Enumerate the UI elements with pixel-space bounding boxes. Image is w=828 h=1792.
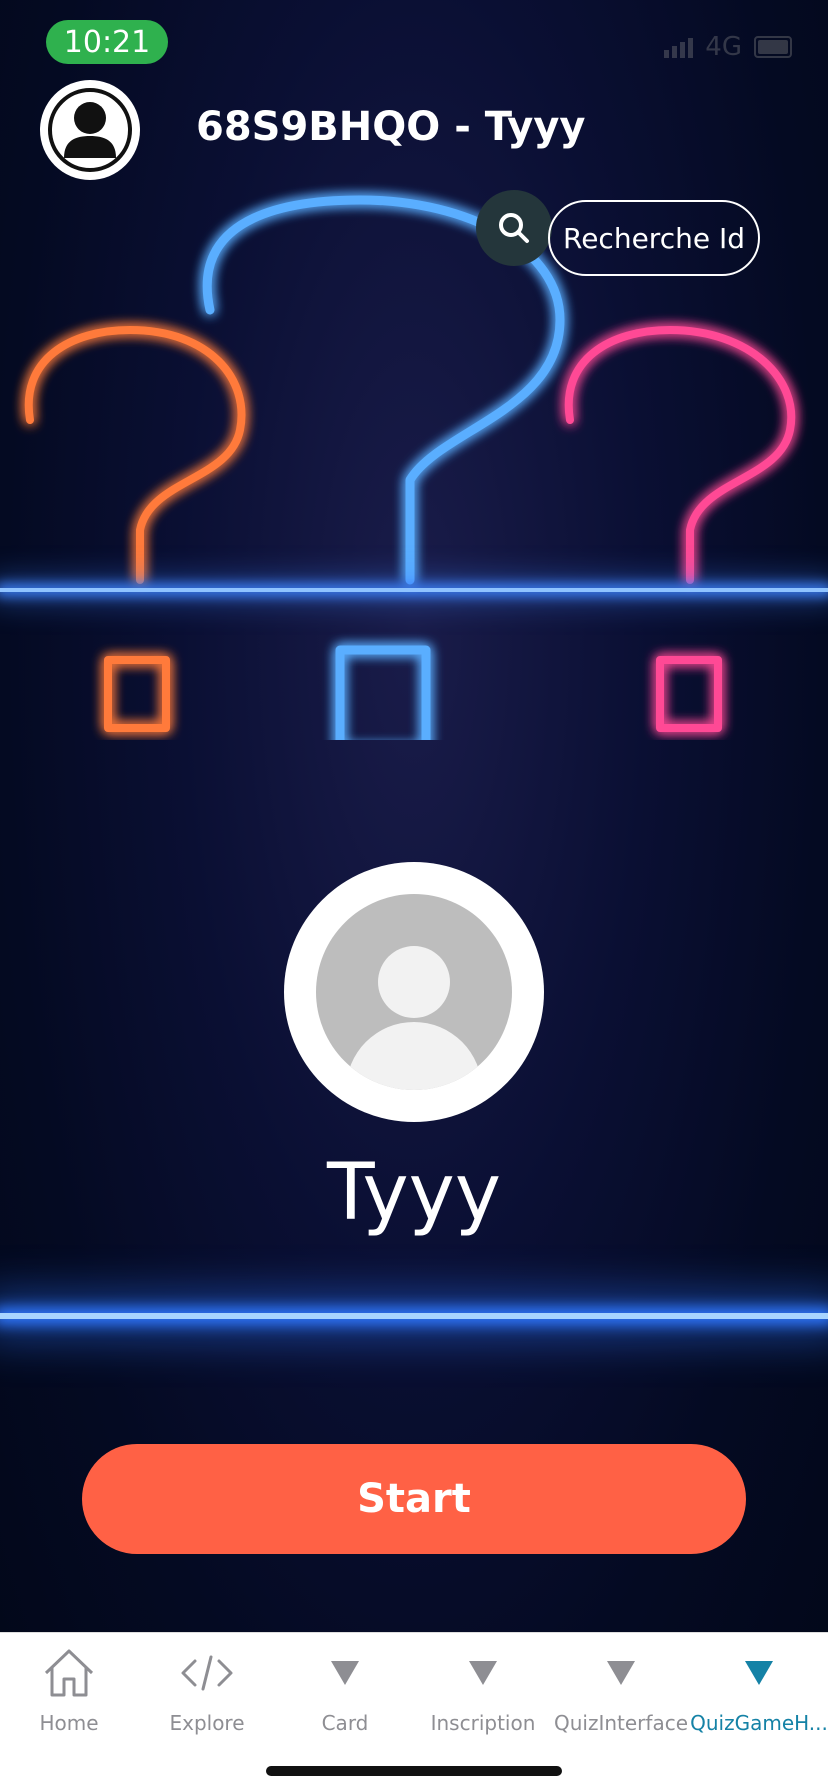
page-title: 68S9BHQO - Tyyy (196, 104, 586, 150)
battery-icon (754, 36, 792, 58)
screen: 10:21 4G 68S9BHQO - Tyyy Recherche Id Ty… (0, 0, 828, 1792)
triangle-icon (469, 1661, 497, 1685)
default-avatar-icon (316, 894, 512, 1090)
code-icon (181, 1655, 233, 1691)
tab-explore[interactable]: Explore (138, 1643, 276, 1735)
tab-label: QuizInterface (553, 1711, 688, 1735)
search-id-button[interactable]: Recherche Id (548, 200, 760, 276)
tab-label: Home (39, 1711, 99, 1735)
triangle-icon (331, 1661, 359, 1685)
start-button[interactable]: Start (82, 1444, 746, 1554)
neon-line-bottom (0, 1313, 828, 1319)
status-time: 10:21 (46, 20, 168, 64)
user-avatar[interactable] (40, 80, 140, 180)
tab-label: Inscription (430, 1711, 536, 1735)
tab-quizgamehome[interactable]: QuizGameH... (690, 1643, 828, 1735)
triangle-icon (607, 1661, 635, 1685)
network-label: 4G (705, 32, 742, 62)
tab-label: QuizGameH... (690, 1711, 828, 1735)
tab-quizinterface[interactable]: QuizInterface (552, 1643, 690, 1735)
triangle-icon (745, 1661, 773, 1685)
signal-icon (664, 36, 694, 58)
home-icon (44, 1649, 94, 1697)
tab-home[interactable]: Home (0, 1643, 138, 1735)
tab-inscription[interactable]: Inscription (414, 1643, 552, 1735)
search-icon (499, 213, 529, 243)
tab-label: Card (321, 1711, 369, 1735)
home-indicator (266, 1766, 562, 1776)
user-icon (48, 88, 132, 172)
tab-label: Explore (169, 1711, 245, 1735)
profile-name: Tyyy (327, 1148, 501, 1238)
search-button[interactable] (476, 190, 552, 266)
tab-card[interactable]: Card (276, 1643, 414, 1735)
profile-avatar (284, 862, 544, 1122)
neon-line (0, 588, 828, 592)
status-indicators: 4G (664, 32, 792, 62)
